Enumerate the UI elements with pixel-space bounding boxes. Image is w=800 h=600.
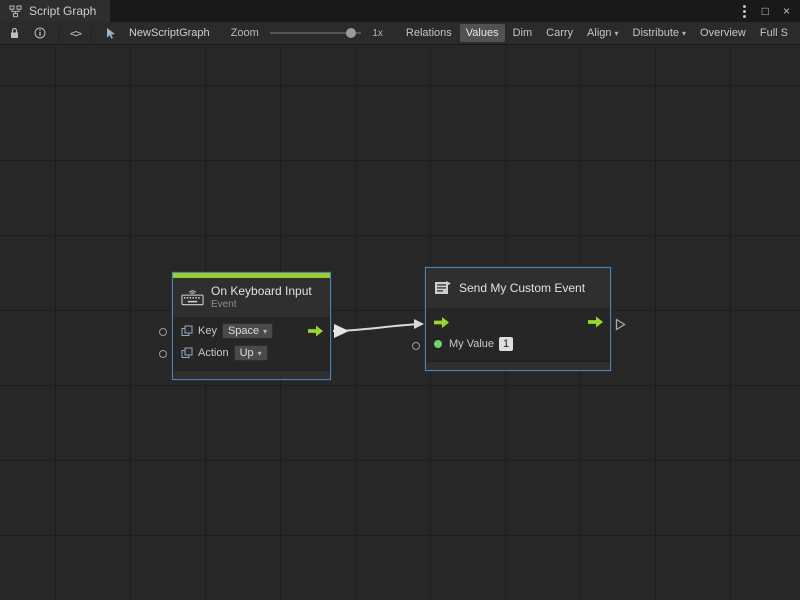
trigger-output-port[interactable] — [588, 317, 603, 328]
custom-event-icon — [434, 280, 452, 296]
chevron-down-icon: ▾ — [682, 29, 686, 38]
zoom-slider[interactable] — [270, 32, 362, 34]
titlebar-spacer — [110, 0, 740, 22]
node-title: Send My Custom Event — [459, 281, 585, 296]
trigger-row — [426, 311, 610, 333]
overview-button[interactable]: Overview — [694, 24, 752, 42]
value-port-dot[interactable] — [434, 340, 442, 348]
action-input-port[interactable] — [159, 350, 167, 358]
values-button[interactable]: Values — [460, 24, 505, 42]
chevron-down-icon: ▾ — [263, 327, 267, 336]
key-dropdown[interactable]: Space ▾ — [222, 323, 273, 339]
action-port-label: Action — [198, 347, 229, 359]
stack-icon — [181, 347, 193, 359]
trigger-input-port[interactable] — [434, 317, 449, 328]
node-subtitle: Event — [211, 299, 312, 311]
port-row-action: Action Up ▾ — [173, 342, 330, 364]
key-input-port[interactable] — [159, 328, 167, 336]
stack-icon — [181, 325, 193, 337]
node-header[interactable]: Send My Custom Event — [426, 268, 610, 308]
toolbar-separator — [59, 26, 60, 41]
node-send-my-custom-event[interactable]: Send My Custom Event My Value 1 — [425, 267, 611, 371]
value-input-port[interactable] — [412, 342, 420, 350]
script-graph-tab-icon — [6, 2, 24, 20]
value-input-field[interactable]: 1 — [499, 337, 513, 351]
node-title: On Keyboard Input — [211, 284, 312, 299]
key-port-label: Key — [198, 325, 217, 337]
distribute-dropdown-button[interactable]: Distribute▾ — [627, 24, 692, 42]
keyboard-icon — [181, 289, 204, 306]
zoom-label: Zoom — [231, 27, 259, 39]
graph-canvas[interactable]: On Keyboard Input Event Key Space ▾ — [0, 45, 800, 600]
graph-asset-icon — [102, 24, 120, 42]
zoom-slider-thumb[interactable] — [346, 28, 356, 38]
carry-button[interactable]: Carry — [540, 24, 579, 42]
fullscreen-button[interactable]: Full S — [754, 24, 794, 42]
chevron-down-icon: ▾ — [615, 29, 619, 38]
align-dropdown-button[interactable]: Align▾ — [581, 24, 624, 42]
window-menu-icon[interactable] — [741, 10, 748, 13]
info-icon[interactable] — [31, 24, 49, 42]
node-on-keyboard-input[interactable]: On Keyboard Input Event Key Space ▾ — [172, 272, 331, 380]
node-header[interactable]: On Keyboard Input Event — [173, 278, 330, 317]
window-maximize-icon[interactable]: □ — [762, 0, 769, 22]
toolbar-separator — [91, 26, 92, 41]
output-connect-triangle[interactable] — [615, 318, 626, 334]
code-view-icon[interactable]: <> — [70, 27, 81, 40]
relations-button[interactable]: Relations — [400, 24, 458, 42]
trigger-output-port[interactable] — [308, 326, 323, 337]
value-row: My Value 1 — [426, 333, 610, 355]
node-footer — [173, 370, 330, 379]
graph-toolbar: <> NewScriptGraph Zoom 1x Relations Valu… — [0, 22, 800, 45]
dim-button[interactable]: Dim — [507, 24, 539, 42]
zoom-value: 1x — [372, 28, 383, 39]
window-close-icon[interactable]: × — [783, 0, 790, 22]
graph-name-label[interactable]: NewScriptGraph — [129, 27, 210, 39]
port-row-key: Key Space ▾ — [173, 320, 330, 342]
node-footer — [426, 361, 610, 370]
action-dropdown[interactable]: Up ▾ — [234, 345, 268, 361]
tab-script-graph[interactable]: Script Graph — [0, 0, 110, 22]
lock-icon[interactable] — [6, 24, 24, 42]
chevron-down-icon: ▾ — [258, 349, 262, 358]
window-titlebar: Script Graph □ × — [0, 0, 800, 22]
tab-title: Script Graph — [29, 4, 96, 18]
connection-wire — [0, 45, 800, 600]
value-port-label: My Value — [449, 338, 494, 350]
